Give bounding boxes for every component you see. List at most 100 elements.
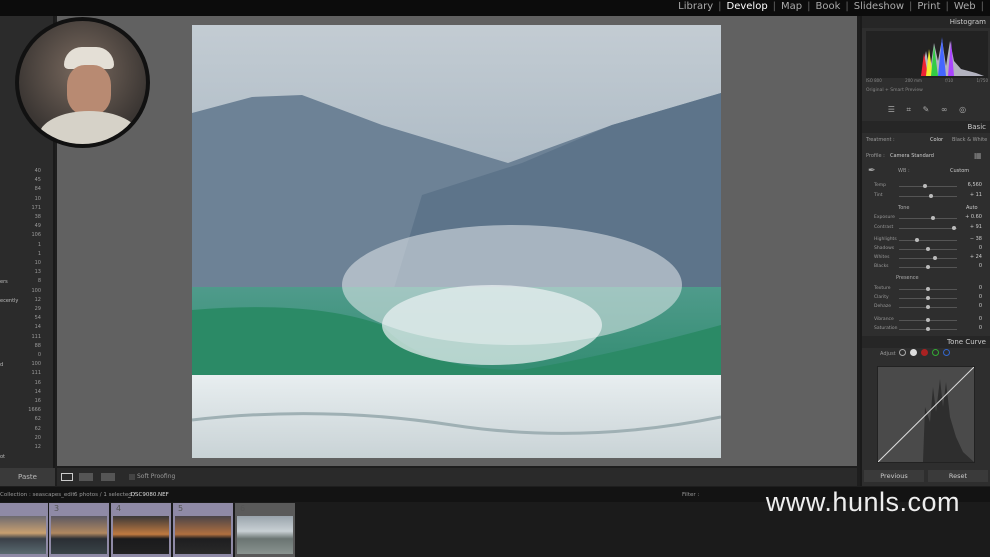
slider-value[interactable]: 6,560 bbox=[968, 182, 982, 188]
slider-knob[interactable] bbox=[928, 194, 933, 198]
slider-texture[interactable]: Texture 0 bbox=[862, 285, 990, 293]
auto-button[interactable]: Auto bbox=[966, 205, 978, 211]
folder-label[interactable]: ers bbox=[0, 279, 8, 285]
slider-value[interactable]: 0 bbox=[979, 325, 982, 331]
folder-row[interactable]: 100 bbox=[0, 361, 55, 370]
module-web[interactable]: Web bbox=[954, 1, 976, 12]
redeye-icon[interactable]: ∞ bbox=[941, 105, 948, 115]
treatment-color-button[interactable]: Color bbox=[930, 137, 943, 143]
slider-knob[interactable] bbox=[926, 318, 930, 322]
eyedropper-icon[interactable]: ✒ bbox=[868, 166, 876, 176]
slider-tint[interactable]: Tint + 11 bbox=[862, 192, 990, 200]
module-library[interactable]: Library bbox=[678, 1, 713, 12]
parametric-curve-icon[interactable] bbox=[899, 349, 906, 356]
module-develop[interactable]: Develop bbox=[727, 1, 768, 12]
folder-row[interactable]: 171 bbox=[0, 205, 55, 214]
photo-preview[interactable] bbox=[192, 25, 721, 458]
folder-label[interactable]: d bbox=[0, 362, 3, 368]
filmstrip-thumbnail[interactable]: 3 bbox=[49, 503, 109, 557]
slider-value[interactable]: 0 bbox=[979, 316, 982, 322]
filmstrip-thumbnail[interactable]: 5 bbox=[173, 503, 233, 557]
slider-value[interactable]: + 0.60 bbox=[965, 214, 982, 220]
folder-row[interactable]: 111 bbox=[0, 370, 55, 379]
slider-value[interactable]: + 24 bbox=[970, 254, 982, 260]
slider-value[interactable]: 0 bbox=[979, 285, 982, 291]
slider-track[interactable] bbox=[899, 196, 957, 197]
before-after-split-icon[interactable] bbox=[101, 473, 115, 481]
folder-row[interactable]: 45 bbox=[0, 177, 55, 186]
folder-row[interactable]: 88 bbox=[0, 343, 55, 352]
slider-value[interactable]: 0 bbox=[979, 263, 982, 269]
folder-row[interactable]: 84 bbox=[0, 186, 55, 195]
slider-value[interactable]: 0 bbox=[979, 245, 982, 251]
module-print[interactable]: Print bbox=[917, 1, 940, 12]
slider-temp[interactable]: Temp 6,560 bbox=[862, 182, 990, 190]
blue-channel-icon[interactable] bbox=[943, 349, 950, 356]
folder-row[interactable]: 54 bbox=[0, 315, 55, 324]
slider-knob[interactable] bbox=[952, 226, 957, 230]
folder-row[interactable]: 106 bbox=[0, 232, 55, 241]
slider-knob[interactable] bbox=[926, 296, 930, 300]
slider-exposure[interactable]: Exposure + 0.60 bbox=[862, 214, 990, 222]
before-after-icon[interactable] bbox=[79, 473, 93, 481]
mask-icon[interactable]: ◎ bbox=[959, 105, 966, 115]
folder-row[interactable]: 16 bbox=[0, 380, 55, 389]
slider-vibrance[interactable]: Vibrance 0 bbox=[862, 316, 990, 324]
folder-row[interactable]: 111 bbox=[0, 334, 55, 343]
folder-row[interactable]: 62 bbox=[0, 416, 55, 425]
slider-knob[interactable] bbox=[923, 184, 928, 188]
slider-track[interactable] bbox=[899, 240, 957, 241]
tone-curve-graph[interactable] bbox=[877, 366, 975, 463]
tone-curve-header[interactable]: Tone Curve bbox=[862, 336, 990, 348]
slider-value[interactable]: + 11 bbox=[970, 192, 982, 198]
folder-row[interactable]: 8 bbox=[0, 278, 55, 287]
slider-blacks[interactable]: Blacks 0 bbox=[862, 263, 990, 271]
slider-knob[interactable] bbox=[932, 256, 937, 260]
sliders-icon[interactable]: ☰ bbox=[888, 105, 895, 115]
reset-button[interactable]: Reset bbox=[928, 470, 988, 482]
folder-row[interactable]: 10 bbox=[0, 196, 55, 205]
folder-row[interactable]: 10 bbox=[0, 260, 55, 269]
slider-track[interactable] bbox=[899, 186, 957, 187]
folder-row[interactable]: 14 bbox=[0, 324, 55, 333]
slider-knob[interactable] bbox=[926, 305, 930, 309]
soft-proofing-checkbox[interactable] bbox=[129, 474, 135, 480]
slider-dehaze[interactable]: Dehaze 0 bbox=[862, 303, 990, 311]
wb-dropdown[interactable]: Custom bbox=[950, 168, 969, 174]
paste-button[interactable]: Paste bbox=[0, 468, 55, 486]
histogram-header[interactable]: Histogram bbox=[862, 16, 990, 28]
healing-icon[interactable]: ✎ bbox=[923, 105, 930, 115]
module-slideshow[interactable]: Slideshow bbox=[854, 1, 904, 12]
slider-track[interactable] bbox=[899, 228, 957, 229]
slider-track[interactable] bbox=[899, 258, 957, 259]
folder-row[interactable]: 20 bbox=[0, 435, 55, 444]
rgb-channel-icon[interactable] bbox=[910, 349, 917, 356]
slider-value[interactable]: 0 bbox=[979, 303, 982, 309]
slider-shadows[interactable]: Shadows 0 bbox=[862, 245, 990, 253]
slider-saturation[interactable]: Saturation 0 bbox=[862, 325, 990, 333]
filmstrip-thumbnail[interactable]: 4 bbox=[111, 503, 171, 557]
slider-knob[interactable] bbox=[914, 238, 919, 242]
folder-row[interactable]: 12 bbox=[0, 444, 55, 453]
filmstrip-thumbnail[interactable] bbox=[0, 503, 48, 557]
collection-label[interactable]: Collection : seascapes_edit bbox=[0, 492, 74, 498]
slider-value[interactable]: + 91 bbox=[970, 224, 982, 230]
folder-row[interactable]: 0 bbox=[0, 352, 55, 361]
folder-row[interactable]: 29 bbox=[0, 306, 55, 315]
slider-track[interactable] bbox=[899, 218, 957, 219]
profile-dropdown[interactable]: Camera Standard bbox=[890, 153, 934, 159]
loupe-view-icon[interactable] bbox=[61, 473, 73, 481]
folder-row[interactable]: 13 bbox=[0, 269, 55, 278]
folder-label[interactable]: ot bbox=[0, 454, 5, 460]
slider-highlights[interactable]: Highlights − 38 bbox=[862, 236, 990, 244]
folder-row[interactable]: 62 bbox=[0, 426, 55, 435]
slider-knob[interactable] bbox=[926, 287, 930, 291]
slider-whites[interactable]: Whites + 24 bbox=[862, 254, 990, 262]
slider-knob[interactable] bbox=[926, 327, 930, 331]
red-channel-icon[interactable] bbox=[921, 349, 928, 356]
slider-value[interactable]: 0 bbox=[979, 294, 982, 300]
profile-browser-icon[interactable]: ▦ bbox=[974, 151, 982, 160]
basic-header[interactable]: Basic bbox=[862, 121, 990, 133]
folder-row[interactable]: 1 bbox=[0, 242, 55, 251]
slider-knob[interactable] bbox=[926, 247, 930, 251]
